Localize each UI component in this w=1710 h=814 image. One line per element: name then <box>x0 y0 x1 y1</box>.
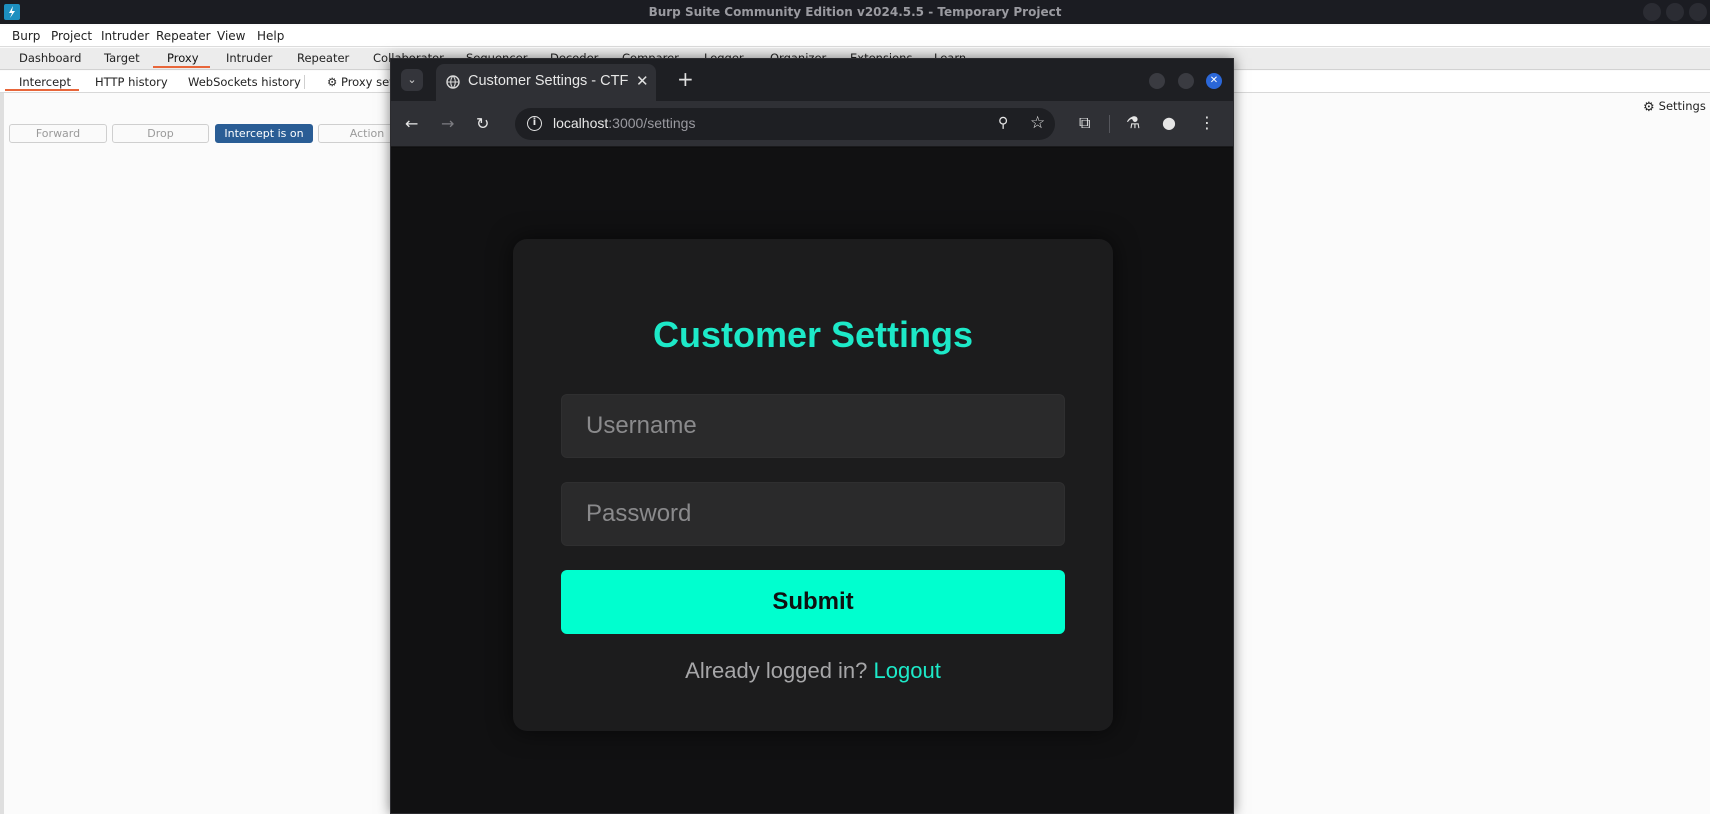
minimize-button[interactable] <box>1643 3 1661 21</box>
active-tab-indicator <box>153 66 210 68</box>
forward-button[interactable]: Forward <box>9 124 107 143</box>
username-input[interactable] <box>561 394 1065 458</box>
menu-repeater[interactable]: Repeater <box>156 29 211 43</box>
menu-burp[interactable]: Burp <box>12 29 40 43</box>
site-info-icon[interactable]: i <box>527 116 542 131</box>
toolbar-divider <box>1109 115 1110 133</box>
submit-button[interactable]: Submit <box>561 570 1065 634</box>
reload-icon[interactable]: ↻ <box>476 114 489 133</box>
tab-dashboard[interactable]: Dashboard <box>19 51 81 65</box>
settings-card: Customer Settings Submit Already logged … <box>513 239 1113 731</box>
gear-icon: ⚙ <box>327 75 338 89</box>
tab-intruder[interactable]: Intruder <box>226 51 272 65</box>
tab-repeater[interactable]: Repeater <box>297 51 349 65</box>
browser-maximize-button[interactable] <box>1178 73 1194 89</box>
menu-help[interactable]: Help <box>257 29 284 43</box>
url-path: :3000/settings <box>608 115 696 131</box>
forward-arrow-icon[interactable]: → <box>441 114 454 133</box>
left-panel-edge <box>0 93 4 814</box>
footer-text: Already logged in? <box>685 658 868 683</box>
labs-flask-icon[interactable]: ⚗ <box>1126 113 1140 132</box>
new-tab-plus-icon[interactable]: + <box>677 67 694 91</box>
settings-button[interactable]: ⚙ Settings <box>1643 99 1706 115</box>
settings-label: Settings <box>1658 99 1706 113</box>
browser-window: ⌄ Customer Settings - CTF ✕ + ✕ ← → ↻ i … <box>390 58 1234 814</box>
url-text: localhost:3000/settings <box>553 115 695 131</box>
bookmark-star-icon[interactable]: ☆ <box>1030 113 1045 133</box>
logout-link[interactable]: Logout <box>874 658 941 683</box>
page-viewport: Customer Settings Submit Already logged … <box>391 148 1233 813</box>
active-subtab-indicator <box>5 89 79 91</box>
drop-button[interactable]: Drop <box>112 124 209 143</box>
more-menu-icon[interactable]: ⋮ <box>1199 113 1215 132</box>
browser-toolbar: ← → ↻ i localhost:3000/settings ⚲ ☆ ⧉ ⚗ … <box>391 101 1233 147</box>
tab-close-icon[interactable]: ✕ <box>636 72 649 90</box>
gear-icon: ⚙ <box>1643 100 1655 115</box>
browser-minimize-button[interactable] <box>1149 73 1165 89</box>
menu-view[interactable]: View <box>217 29 245 43</box>
menu-project[interactable]: Project <box>51 29 92 43</box>
page-title: Customer Settings <box>652 314 974 355</box>
browser-tab-strip: ⌄ Customer Settings - CTF ✕ + ✕ <box>391 59 1233 101</box>
back-arrow-icon[interactable]: ← <box>405 114 418 133</box>
globe-icon <box>446 75 460 89</box>
url-host: localhost <box>553 115 609 131</box>
burp-titlebar: Burp Suite Community Edition v2024.5.5 -… <box>0 0 1710 24</box>
browser-tab[interactable]: Customer Settings - CTF ✕ <box>436 64 656 101</box>
menu-bar: Burp Project Intruder Repeater View Help <box>0 26 1710 47</box>
tab-search-chevron-icon[interactable]: ⌄ <box>401 69 423 91</box>
address-bar[interactable]: i localhost:3000/settings ⚲ ☆ <box>515 108 1055 140</box>
password-input[interactable] <box>561 482 1065 546</box>
browser-tab-title: Customer Settings - CTF <box>468 73 629 89</box>
maximize-button[interactable] <box>1666 3 1684 21</box>
subtab-websockets-history[interactable]: WebSockets history <box>188 75 301 89</box>
tab-target[interactable]: Target <box>104 51 140 65</box>
close-window-button[interactable] <box>1689 3 1707 21</box>
zoom-icon[interactable]: ⚲ <box>998 115 1008 131</box>
intercept-toggle-button[interactable]: Intercept is on <box>215 124 313 143</box>
subtab-intercept[interactable]: Intercept <box>19 75 71 89</box>
profile-icon[interactable]: ● <box>1162 113 1176 132</box>
extensions-puzzle-icon[interactable]: ⧉ <box>1079 113 1090 133</box>
proxy-settings-button[interactable]: ⚙ Proxy sett <box>327 75 398 89</box>
tab-proxy[interactable]: Proxy <box>167 51 199 65</box>
subtab-divider <box>304 75 305 89</box>
logged-in-prompt: Already logged in? Logout <box>513 658 1113 684</box>
subtab-http-history[interactable]: HTTP history <box>95 75 168 89</box>
window-title: Burp Suite Community Edition v2024.5.5 -… <box>648 5 1062 19</box>
menu-intruder[interactable]: Intruder <box>101 29 149 43</box>
browser-close-icon[interactable]: ✕ <box>1206 73 1222 89</box>
